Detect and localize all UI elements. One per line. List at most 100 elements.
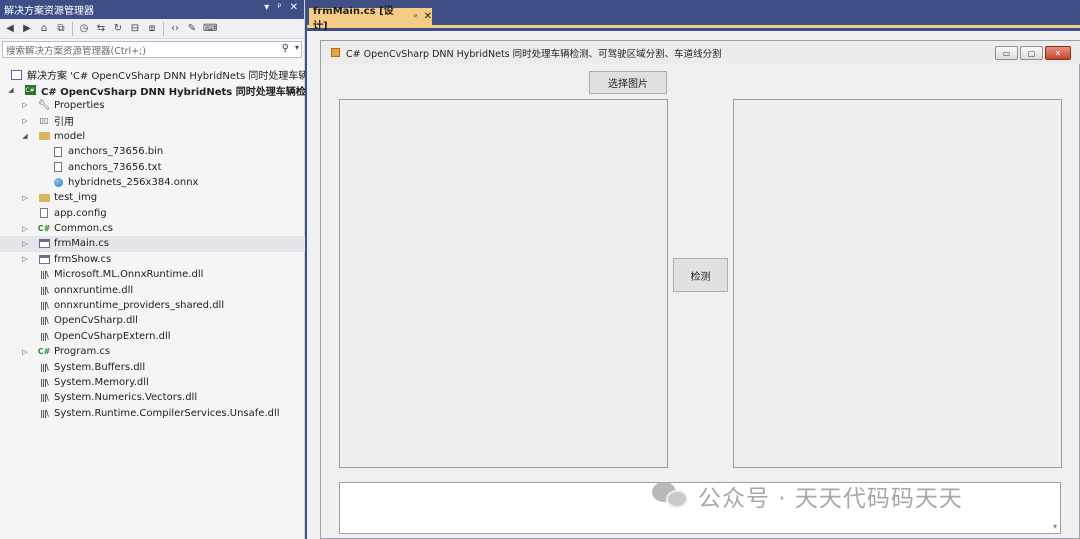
sync-icon[interactable]: ⇆ bbox=[95, 23, 107, 34]
solution-explorer-panel: 解决方案资源管理器 ▾ ᵖ ✕ ◀ ▶ ⌂ ⧉ ◷ ⇆ ↻ ⊟ ⧈ ‹› ✎ ⌨… bbox=[0, 0, 305, 539]
onnx-icon bbox=[52, 176, 64, 188]
minimize-icon[interactable]: ▭ bbox=[995, 46, 1018, 60]
file-icon bbox=[52, 146, 64, 158]
solution-explorer-titlebar: 解决方案资源管理器 ▾ ᵖ ✕ bbox=[0, 0, 304, 19]
tree-item-label: Program.cs bbox=[54, 346, 111, 358]
tree-item[interactable]: |||\ System.Numerics.Vectors.dll bbox=[0, 390, 305, 405]
properties-icon[interactable]: ✎ bbox=[186, 23, 198, 34]
tree-item[interactable]: |||\ System.Buffers.dll bbox=[0, 359, 305, 374]
solution-explorer-toolbar: ◀ ▶ ⌂ ⧉ ◷ ⇆ ↻ ⊟ ⧈ ‹› ✎ ⌨ bbox=[0, 19, 304, 39]
forward-icon[interactable]: ▶ bbox=[21, 23, 33, 34]
solution-tree: 解决方案 'C# OpenCvSharp DNN HybridNets 同时处理… bbox=[0, 67, 305, 421]
app-icon bbox=[331, 48, 340, 57]
collapsed-arrow-icon[interactable]: ▷ bbox=[20, 101, 30, 109]
search-input[interactable]: 搜索解决方案资源管理器(Ctrl+;) ⚲ ▾ bbox=[2, 41, 302, 58]
dll-icon: |||\ bbox=[40, 270, 49, 280]
dll-icon: |||\ bbox=[40, 285, 49, 295]
csharp-file-icon: C# bbox=[37, 347, 51, 357]
close-panel-icon[interactable]: ✕ bbox=[290, 2, 298, 13]
tree-item[interactable]: ◢ C# C# OpenCvSharp DNN HybridNets 同时处理车辆检… bbox=[0, 82, 305, 98]
search-placeholder: 搜索解决方案资源管理器(Ctrl+;) bbox=[6, 45, 146, 57]
select-image-button[interactable]: 选择图片 bbox=[589, 71, 667, 94]
tree-item[interactable]: ◢ model bbox=[0, 129, 305, 144]
tree-item[interactable]: |||\ Microsoft.ML.OnnxRuntime.dll bbox=[0, 267, 305, 282]
refresh-icon[interactable]: ↻ bbox=[112, 23, 124, 34]
collapsed-arrow-icon[interactable]: ▷ bbox=[20, 255, 30, 263]
file-icon bbox=[52, 161, 64, 173]
design-canvas: C# OpenCvSharp DNN HybridNets 同时处理车辆检测、可… bbox=[307, 31, 1080, 539]
form-titlebar: C# OpenCvSharp DNN HybridNets 同时处理车辆检测、可… bbox=[321, 41, 1080, 64]
close-icon[interactable]: ✕ bbox=[1045, 46, 1071, 60]
expanded-arrow-icon[interactable]: ◢ bbox=[6, 86, 16, 94]
toolbar-separator bbox=[72, 21, 73, 36]
preview-icon[interactable]: ⌨ bbox=[203, 23, 217, 34]
pin-icon[interactable]: ᵖ bbox=[414, 12, 417, 21]
wechat-icon bbox=[652, 482, 690, 510]
watermark: 公众号 · 天天代码码天天 bbox=[652, 478, 963, 514]
scroll-down-icon[interactable]: ▾ bbox=[1053, 522, 1057, 531]
tree-item[interactable]: ▷ C# Program.cs bbox=[0, 344, 305, 359]
result-picturebox[interactable] bbox=[733, 99, 1062, 468]
tree-item[interactable]: |||\ OpenCvSharp.dll bbox=[0, 313, 305, 328]
tree-item-label: Microsoft.ML.OnnxRuntime.dll bbox=[54, 269, 204, 281]
tab-label: frmMain.cs [设计] bbox=[313, 5, 394, 32]
form-icon bbox=[38, 238, 50, 250]
tree-item[interactable]: anchors_73656.txt bbox=[0, 159, 305, 174]
tree-item[interactable]: anchors_73656.bin bbox=[0, 144, 305, 159]
tree-item-label: 引用 bbox=[54, 117, 74, 129]
collapsed-arrow-icon[interactable]: ▷ bbox=[20, 117, 30, 125]
tree-item[interactable]: ▷ ▯▯ 引用 bbox=[0, 113, 305, 128]
tree-item[interactable]: ▷ frmMain.cs bbox=[0, 236, 305, 252]
tree-item[interactable]: |||\ System.Runtime.CompilerServices.Unsa… bbox=[0, 406, 305, 421]
pin-icon[interactable]: ᵖ bbox=[277, 2, 281, 13]
tree-item[interactable]: |||\ OpenCvSharpExtern.dll bbox=[0, 329, 305, 344]
panel-dropdown-icon[interactable]: ▾ bbox=[264, 2, 269, 13]
tree-item-label: Properties bbox=[54, 99, 105, 111]
csharp-project-icon: C# bbox=[24, 85, 36, 96]
tree-item-label: System.Runtime.CompilerServices.Unsafe.d… bbox=[54, 407, 280, 419]
tree-item-label: System.Buffers.dll bbox=[54, 361, 146, 373]
back-icon[interactable]: ◀ bbox=[4, 23, 16, 34]
switch-views-icon[interactable]: ⧉ bbox=[55, 23, 67, 34]
tree-item-label: onnxruntime.dll bbox=[54, 284, 134, 296]
home-icon[interactable]: ⌂ bbox=[38, 23, 50, 34]
close-icon[interactable]: ✕ bbox=[424, 11, 432, 22]
maximize-icon[interactable]: ▢ bbox=[1020, 46, 1043, 60]
tree-item[interactable]: ▷ test_img bbox=[0, 190, 305, 205]
tab-frmmain-design[interactable]: frmMain.cs [设计] ᵖ ✕ bbox=[309, 6, 432, 32]
collapsed-arrow-icon[interactable]: ▷ bbox=[20, 194, 30, 202]
tree-item-label: C# OpenCvSharp DNN HybridNets 同时处理车辆检测、可… bbox=[41, 86, 305, 98]
tree-item[interactable]: hybridnets_256x384.onnx bbox=[0, 175, 305, 190]
tree-item[interactable]: |||\ onnxruntime_providers_shared.dll bbox=[0, 298, 305, 313]
search-icon[interactable]: ⚲ bbox=[282, 43, 289, 54]
tree-item-label: onnxruntime_providers_shared.dll bbox=[54, 300, 225, 312]
pending-changes-icon[interactable]: ◷ bbox=[78, 23, 90, 34]
tree-item[interactable]: 解决方案 'C# OpenCvSharp DNN HybridNets 同时处理… bbox=[0, 67, 305, 82]
toolbar-separator bbox=[163, 21, 164, 36]
dll-icon: |||\ bbox=[40, 316, 49, 326]
expanded-arrow-icon[interactable]: ◢ bbox=[20, 132, 30, 140]
tree-item[interactable]: app.config bbox=[0, 206, 305, 221]
tree-item-label: 解决方案 'C# OpenCvSharp DNN HybridNets 同时处理… bbox=[27, 71, 305, 83]
tree-item[interactable]: ▷ C# Common.cs bbox=[0, 221, 305, 236]
tree-item-label: frmMain.cs bbox=[54, 238, 109, 250]
solution-icon bbox=[10, 69, 22, 81]
tree-item[interactable]: |||\ onnxruntime.dll bbox=[0, 282, 305, 297]
collapsed-arrow-icon[interactable]: ▷ bbox=[20, 225, 30, 233]
collapsed-arrow-icon[interactable]: ▷ bbox=[20, 348, 30, 356]
tree-item[interactable]: |||\ System.Memory.dll bbox=[0, 375, 305, 390]
tree-item[interactable]: ▷ 🔧︎ Properties bbox=[0, 98, 305, 113]
tree-item[interactable]: ▷ frmShow.cs bbox=[0, 252, 305, 267]
chevron-down-icon[interactable]: ▾ bbox=[295, 43, 299, 52]
code-icon[interactable]: ‹› bbox=[169, 23, 181, 34]
tree-item-label: model bbox=[54, 130, 86, 142]
tree-item-label: anchors_73656.bin bbox=[68, 146, 164, 158]
collapse-all-icon[interactable]: ⊟ bbox=[129, 23, 141, 34]
form-preview[interactable]: C# OpenCvSharp DNN HybridNets 同时处理车辆检测、可… bbox=[320, 40, 1080, 539]
solution-explorer-title: 解决方案资源管理器 bbox=[4, 6, 94, 17]
source-picturebox[interactable] bbox=[339, 99, 668, 468]
detect-button[interactable]: 检测 bbox=[673, 258, 728, 292]
show-all-files-icon[interactable]: ⧈ bbox=[146, 23, 158, 34]
dll-icon: |||\ bbox=[40, 331, 49, 341]
collapsed-arrow-icon[interactable]: ▷ bbox=[20, 240, 30, 248]
